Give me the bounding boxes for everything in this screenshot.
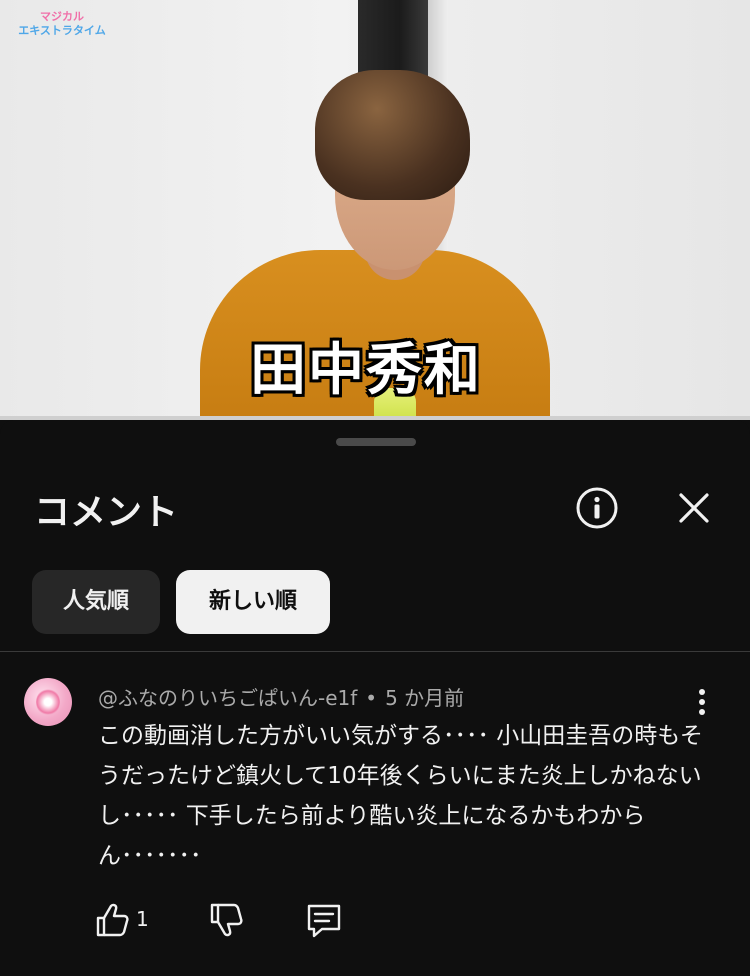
logo-line-2b: タイム	[72, 24, 106, 37]
comment-author[interactable]: @ふなのりいちごぱいん-e1f	[98, 686, 357, 710]
thumb-up-icon[interactable]	[92, 898, 132, 942]
close-icon[interactable]	[672, 486, 716, 530]
video-caption: 田中秀和	[250, 338, 482, 403]
logo-line-2: エキストラタイム	[14, 24, 110, 38]
comment-time: 5 か月前	[385, 686, 465, 710]
comments-sheet: コメント 人気順 新しい順 @ふなのりいちごぱいん-e1f • 5 か月前 この動画…	[0, 420, 750, 976]
like-count: 1	[136, 907, 149, 931]
divider	[0, 651, 750, 652]
meta-separator: •	[365, 686, 378, 710]
more-vert-icon[interactable]	[690, 686, 714, 718]
comment-text: この動画消した方がいい気がする････ 小山田圭吾の時もそうだったけど鎮火して1…	[98, 723, 703, 869]
avatar[interactable]	[24, 678, 72, 726]
video-player[interactable]: マジカル エキストラタイム 田中秀和	[0, 0, 750, 420]
thumb-down-icon[interactable]	[206, 898, 246, 942]
reply-comment-icon[interactable]	[304, 898, 344, 942]
person-hair	[315, 70, 470, 200]
sort-chip-newest[interactable]: 新しい順	[176, 570, 330, 634]
comment-meta: @ふなのりいちごぱいん-e1f • 5 か月前	[98, 682, 464, 711]
comments-title: コメント	[34, 492, 179, 533]
sort-chip-popular[interactable]: 人気順	[32, 570, 160, 634]
drag-handle[interactable]	[336, 438, 416, 446]
logo-line-1: マジカル	[40, 10, 84, 23]
info-icon[interactable]	[575, 486, 619, 530]
logo-line-2a: エキストラ	[18, 24, 73, 37]
channel-logo: マジカル エキストラタイム	[14, 10, 110, 38]
